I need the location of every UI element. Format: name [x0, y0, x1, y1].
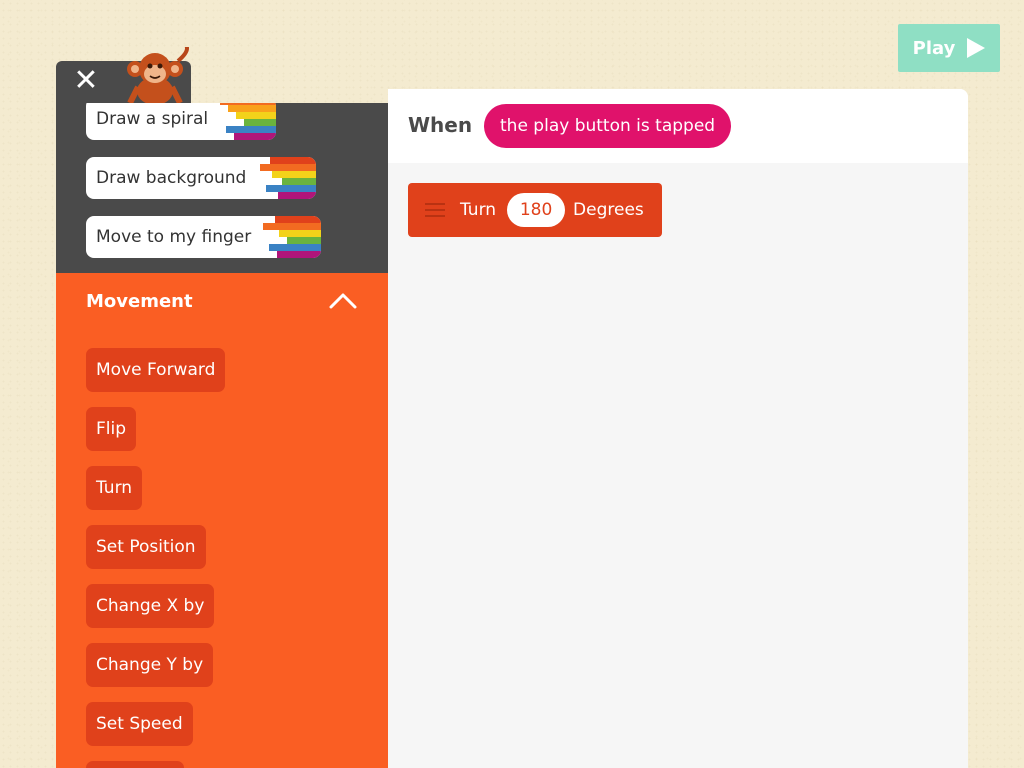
code-turn-block[interactable]: Turn 180 Degrees: [408, 183, 662, 237]
rainbow-icon: [260, 157, 316, 199]
play-icon: [967, 38, 986, 58]
degrees-input[interactable]: 180: [507, 193, 566, 227]
monkey-character-icon: [127, 47, 189, 103]
function-label: Draw a spiral: [96, 109, 209, 129]
rainbow-icon: [263, 216, 321, 258]
close-icon[interactable]: ✕: [72, 66, 100, 96]
change-x-block[interactable]: Change X by: [86, 584, 215, 628]
function-label: Move to my finger: [96, 227, 252, 247]
chevron-up-icon[interactable]: [328, 291, 358, 311]
trigger-pill[interactable]: the play button is tapped: [484, 104, 732, 148]
change-y-block[interactable]: Change Y by: [86, 643, 214, 687]
move-forward-block[interactable]: Move Forward: [86, 348, 226, 392]
function-block-move-to-finger[interactable]: Move to my finger: [86, 216, 321, 258]
partial-block[interactable]: [86, 761, 184, 768]
function-block-draw-background[interactable]: Draw background: [86, 157, 316, 199]
set-speed-block[interactable]: Set Speed: [86, 702, 193, 746]
play-button[interactable]: Play: [898, 24, 1000, 72]
code-editor: When the play button is tapped Turn 180 …: [388, 89, 968, 768]
drag-handle-icon[interactable]: [425, 199, 445, 221]
set-position-block[interactable]: Set Position: [86, 525, 206, 569]
degrees-unit: Degrees: [573, 200, 644, 220]
rainbow-icon: [220, 103, 276, 140]
turn-label: Turn: [460, 200, 497, 220]
block-palette: Draw a spiral Draw background Move to my…: [56, 103, 388, 768]
flip-block[interactable]: Flip: [86, 407, 137, 451]
function-block-draw-spiral[interactable]: Draw a spiral: [86, 103, 276, 140]
when-bar: When the play button is tapped: [388, 89, 968, 163]
turn-block[interactable]: Turn: [86, 466, 143, 510]
function-label: Draw background: [96, 168, 247, 188]
functions-section: Draw a spiral Draw background Move to my…: [56, 103, 388, 273]
movement-section: Movement Move Forward Flip Turn Set Posi…: [56, 273, 388, 768]
when-label: When: [408, 113, 473, 137]
movement-title: Movement: [86, 291, 193, 312]
play-label: Play: [912, 37, 956, 59]
